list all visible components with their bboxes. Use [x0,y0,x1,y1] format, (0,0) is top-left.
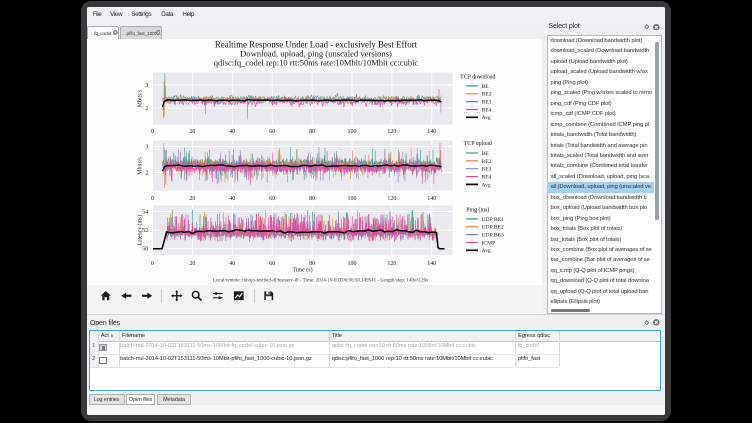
svg-text:40: 40 [229,261,235,267]
svg-text:60: 60 [269,196,275,202]
svg-text:UDP BE1: UDP BE1 [481,216,504,222]
svg-text:BE3: BE3 [481,166,491,172]
svg-text:60: 60 [269,129,275,135]
svg-text:Avg: Avg [481,115,490,121]
svg-text:54: 54 [142,209,148,215]
svg-text:0: 0 [151,196,154,202]
svg-text:TCP download: TCP download [460,74,495,80]
svg-text:80: 80 [309,129,315,135]
svg-text:Mbits/s: Mbits/s [137,89,143,107]
svg-text:BE: BE [481,150,489,156]
svg-text:BE2: BE2 [481,91,491,97]
svg-text:Latency (ms): Latency (ms) [136,214,143,245]
svg-text:120: 120 [387,196,396,202]
svg-text:60: 60 [269,261,275,267]
svg-text:Avg: Avg [481,248,490,254]
svg-text:20: 20 [189,196,195,202]
svg-text:Time (s): Time (s) [292,266,312,273]
svg-text:100: 100 [347,196,356,202]
svg-text:ICMP: ICMP [481,240,495,246]
svg-text:3: 3 [145,144,148,150]
svg-text:20: 20 [189,261,195,267]
svg-text:BE4: BE4 [481,174,491,180]
svg-text:140: 140 [427,261,436,267]
svg-text:0: 0 [151,261,154,267]
svg-text:BE2: BE2 [481,158,491,164]
svg-text:100: 100 [347,261,356,267]
svg-text:20: 20 [189,129,195,135]
svg-text:Mbits/s: Mbits/s [137,156,143,174]
svg-text:2: 2 [145,106,148,112]
svg-text:UDP BE2: UDP BE2 [481,224,504,230]
svg-text:120: 120 [387,261,396,267]
svg-text:BE3: BE3 [481,99,491,105]
svg-text:0: 0 [151,129,154,135]
svg-text:BE: BE [481,83,489,89]
svg-text:40: 40 [229,196,235,202]
svg-text:qdisc:fq_codel rep:10 rtt:50ms: qdisc:fq_codel rep:10 rtt:50ms rate:10Mb… [213,57,418,67]
svg-text:BE4: BE4 [481,107,491,113]
svg-text:40: 40 [229,129,235,135]
svg-text:80: 80 [309,261,315,267]
svg-text:80: 80 [309,196,315,202]
svg-text:100: 100 [347,129,356,135]
svg-text:3: 3 [145,83,148,89]
svg-text:Local/remote: tohojo-testbed-d: Local/remote: tohojo-testbed-dl/testserv… [212,278,427,283]
svg-text:Avg: Avg [481,182,490,188]
svg-text:140: 140 [427,129,436,135]
svg-text:50: 50 [142,246,148,252]
svg-text:2: 2 [145,170,148,176]
svg-text:TCP upload: TCP upload [463,141,491,147]
svg-text:Ping (ms): Ping (ms) [466,206,489,213]
svg-text:UDP BE3: UDP BE3 [481,232,504,238]
svg-text:140: 140 [427,196,436,202]
svg-text:120: 120 [387,129,396,135]
